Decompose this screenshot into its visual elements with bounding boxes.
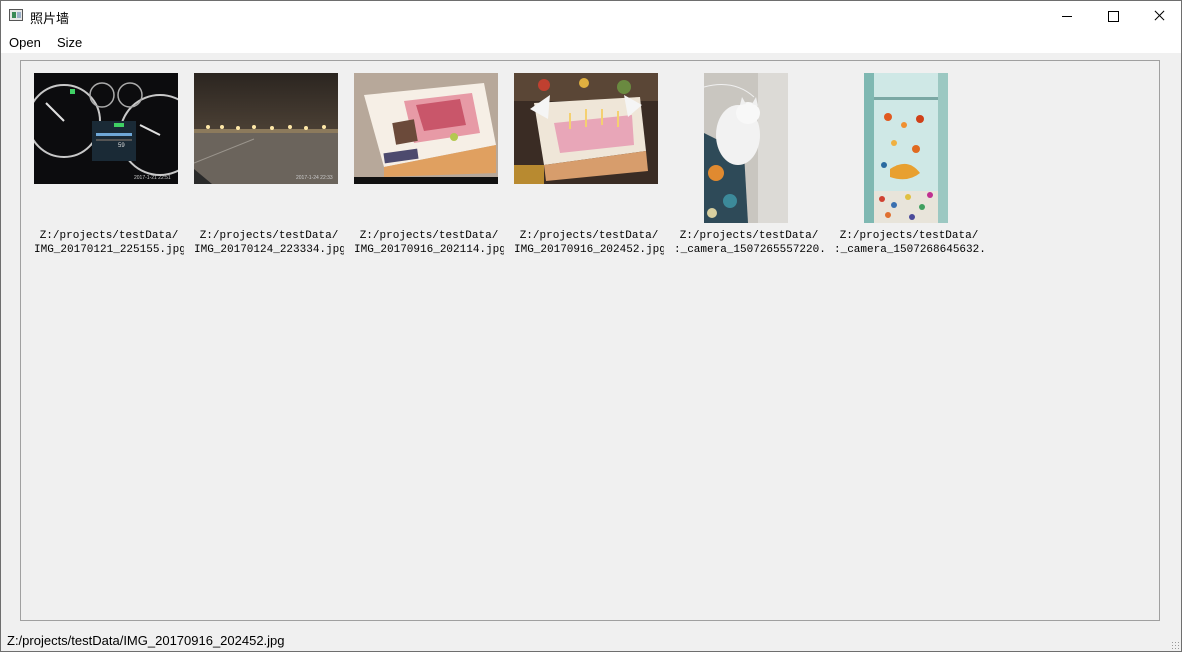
thumbnail-cat (704, 73, 788, 223)
status-bar: Z:/projects/testData/IMG_20170916_202452… (1, 629, 1181, 651)
caption-filename: :_camera_1507265557220.jp (674, 244, 824, 256)
svg-text:59: 59 (118, 143, 125, 149)
caption-path: Z:/projects/testData/ (519, 230, 659, 242)
caption-filename: IMG_20170124_223334.jpg (194, 244, 344, 256)
thumbnail-birthday-cake (514, 73, 658, 184)
minimize-button[interactable] (1044, 1, 1090, 31)
photo-tile[interactable]: 59 2017-1-21 22:51 Z:/projects/testData/… (34, 73, 184, 263)
app-icon (9, 9, 23, 21)
resize-grip-icon[interactable] (1171, 641, 1179, 649)
photo-tile[interactable]: 2017-1-24 22:33 Z:/projects/testData/ IM… (194, 73, 344, 263)
photo-tile[interactable]: Z:/projects/testData/ :_camera_150726864… (834, 73, 984, 263)
maximize-button[interactable] (1090, 1, 1136, 31)
photo-caption: Z:/projects/testData/ IMG_20170124_22333… (194, 229, 344, 257)
caption-filename: IMG_20170916_202114.jpg (354, 244, 504, 256)
photo-tile[interactable]: Z:/projects/testData/ IMG_20170916_20245… (514, 73, 664, 263)
caption-path: Z:/projects/testData/ (679, 230, 819, 242)
photo-tile[interactable]: Z:/projects/testData/ :_camera_150726555… (674, 73, 824, 263)
photo-timestamp: 2017-1-24 22:33 (296, 175, 333, 181)
thumbnail-fish-tank (864, 73, 948, 223)
close-button[interactable] (1136, 1, 1181, 31)
caption-path: Z:/projects/testData/ (199, 230, 339, 242)
photo-caption: Z:/projects/testData/ IMG_20170916_20211… (354, 229, 504, 257)
photo-caption: Z:/projects/testData/ IMG_20170121_22515… (34, 229, 184, 257)
photo-caption: Z:/projects/testData/ :_camera_150726555… (674, 229, 824, 257)
photo-caption: Z:/projects/testData/ IMG_20170916_20245… (514, 229, 664, 257)
window-title: 照片墙 (30, 12, 70, 27)
caption-path: Z:/projects/testData/ (39, 230, 179, 242)
thumbnail-night-road: 2017-1-24 22:33 (194, 73, 338, 184)
caption-filename: IMG_20170121_225155.jpg (34, 244, 184, 256)
thumbnail-money-cake (354, 73, 498, 184)
caption-filename: :_camera_1507268645632.jp (834, 244, 984, 256)
app-window: 照片墙 Open Size 59 2017-1-21 22:51 Z:/proj… (0, 0, 1182, 652)
menu-bar: Open Size (1, 31, 1181, 53)
caption-path: Z:/projects/testData/ (839, 230, 979, 242)
caption-path: Z:/projects/testData/ (359, 230, 499, 242)
photo-wall[interactable]: 59 2017-1-21 22:51 Z:/projects/testData/… (20, 60, 1160, 621)
caption-filename: IMG_20170916_202452.jpg (514, 244, 664, 256)
menu-open[interactable]: Open (9, 35, 41, 50)
photo-caption: Z:/projects/testData/ :_camera_150726864… (834, 229, 984, 257)
photo-tile[interactable]: Z:/projects/testData/ IMG_20170916_20211… (354, 73, 504, 263)
status-text: Z:/projects/testData/IMG_20170916_202452… (7, 633, 285, 648)
menu-size[interactable]: Size (57, 35, 82, 50)
photo-timestamp: 2017-1-21 22:51 (134, 175, 171, 181)
title-bar[interactable]: 照片墙 (1, 1, 1181, 31)
thumbnail-dashboard: 59 2017-1-21 22:51 (34, 73, 178, 184)
